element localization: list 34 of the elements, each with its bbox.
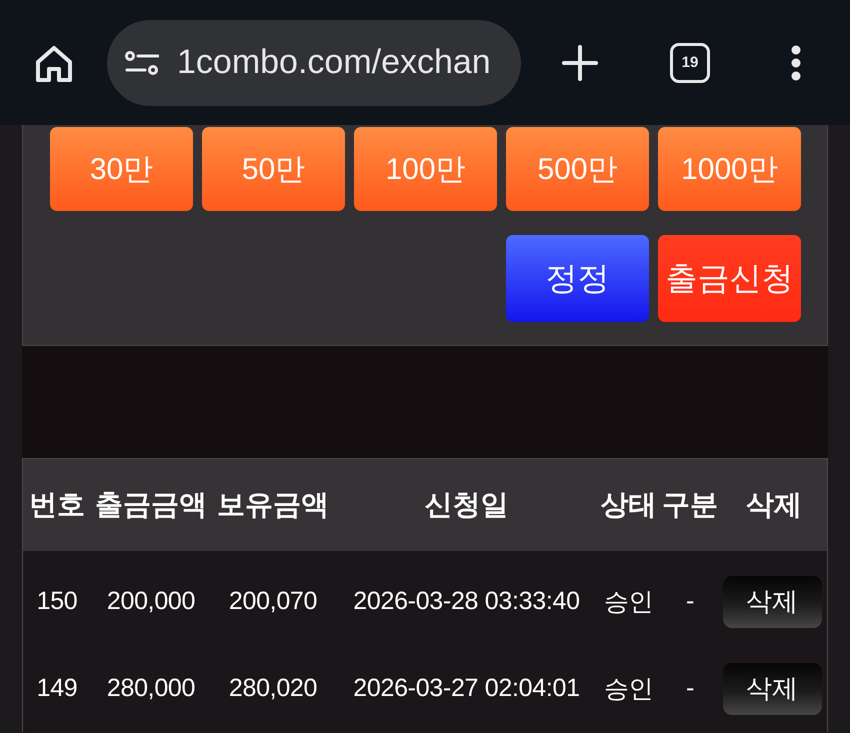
column-header: 번호 [29,488,85,522]
amount-button[interactable]: 500만 [506,127,649,211]
amount-button[interactable]: 100만 [354,127,497,211]
address-bar[interactable]: 1combo.com/exchan [107,20,521,106]
table-cell-text: 승인 [604,587,654,618]
new-tab-icon[interactable] [562,44,598,80]
correct-button[interactable]: 정정 [506,235,649,322]
amount-button[interactable]: 30만 [50,127,193,211]
table-cell: - [686,587,694,616]
delete-button[interactable]: 삭제 [722,576,822,628]
table-cell: 150 [36,587,78,616]
menu-icon[interactable] [791,44,801,80]
delete-button[interactable]: 삭제 [722,662,822,714]
amount-button[interactable]: 1000만 [658,127,801,211]
column-header: 구분 [662,488,718,522]
column-header: 상태 [600,488,656,522]
table-cell: 2026-03-27 02:04:01 [353,674,580,703]
site-settings-icon[interactable] [125,50,159,74]
table-cell: 200,000 [106,587,196,616]
column-header: 보유금액 [217,488,329,522]
tab-count-button[interactable]: 19 [670,42,710,82]
withdraw-request-button[interactable]: 출금신청 [658,235,801,322]
table-cell: 2026-03-28 03:33:40 [353,587,580,616]
column-header: 삭제 [746,488,802,522]
table-cell: 280,020 [228,674,318,703]
column-header: 신청일 [424,488,508,522]
column-header: 출금금액 [95,488,207,522]
table-cell-text: 승인 [604,674,654,705]
amount-button[interactable]: 50만 [202,127,345,211]
table-cell: 200,070 [228,587,318,616]
table-cell: 280,000 [106,674,196,703]
table-cell: - [686,674,694,703]
home-icon[interactable] [35,44,73,82]
table-cell: 149 [36,674,78,703]
